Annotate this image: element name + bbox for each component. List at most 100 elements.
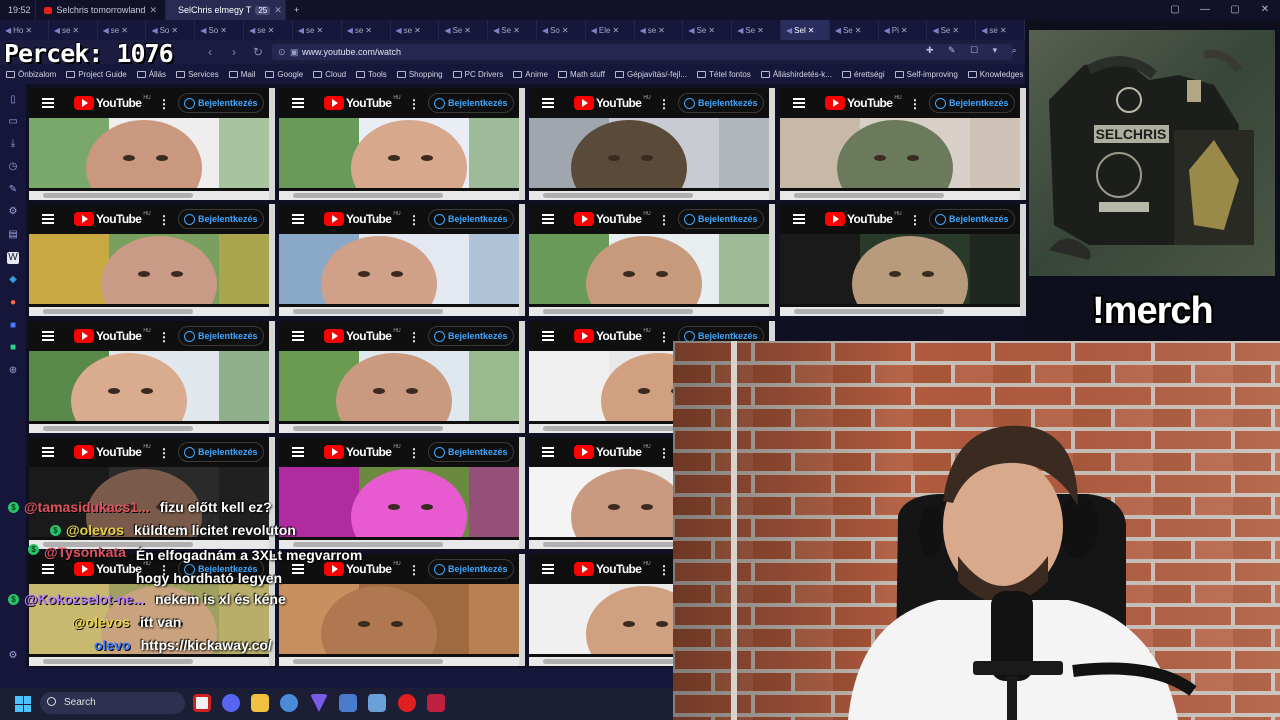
hamburger-menu-icon[interactable] xyxy=(292,214,304,224)
translate-icon[interactable]: ⚙ xyxy=(7,206,19,218)
pinned-tab[interactable]: ◀ Se ✕ xyxy=(927,20,977,40)
youtube-window[interactable]: YouTubeHU ⋮ Bejelentkezés xyxy=(529,204,775,316)
bookmark-folder[interactable]: Álláshirdetés-k... xyxy=(760,70,832,79)
youtube-logo[interactable]: YouTube HU xyxy=(324,211,401,227)
youtube-logo[interactable]: YouTube HU xyxy=(324,95,401,111)
pinned-tab[interactable]: ◀ So ✕ xyxy=(537,20,586,40)
close-tab-icon[interactable]: ✕ xyxy=(757,26,764,35)
tab-selchris-elmegy[interactable]: SelChris elmegy T 25 ✕ xyxy=(166,0,286,20)
hamburger-menu-icon[interactable] xyxy=(542,447,554,457)
more-options-icon[interactable]: ⋮ xyxy=(658,330,670,344)
hamburger-menu-icon[interactable] xyxy=(42,98,54,108)
hamburger-menu-icon[interactable] xyxy=(292,98,304,108)
youtube-window[interactable]: YouTubeHU ⋮ Bejelentkezés xyxy=(29,204,275,316)
close-tab-icon[interactable]: ✕ xyxy=(562,26,569,35)
bookmark-folder[interactable]: Google xyxy=(265,70,303,79)
bookmark-folder[interactable]: Állás xyxy=(136,70,166,79)
more-options-icon[interactable]: ⋮ xyxy=(658,563,670,577)
site-info-icon[interactable]: ⊙ xyxy=(278,44,286,60)
youtube-window[interactable]: YouTubeHU ⋮ Bejelentkezés xyxy=(279,204,525,316)
youtube-logo[interactable]: YouTube HU xyxy=(74,328,151,344)
bookmark-folder[interactable]: Mail xyxy=(228,70,255,79)
close-tab-icon[interactable]: ✕ xyxy=(220,26,227,35)
youtube-logo[interactable]: YouTube HU xyxy=(74,95,151,111)
signin-button[interactable]: Bejelentkezés xyxy=(428,93,514,113)
forward-icon[interactable]: › xyxy=(232,45,236,59)
history-icon[interactable]: ◷ xyxy=(7,161,19,173)
signin-button[interactable]: Bejelentkezés xyxy=(178,442,264,462)
photos-icon[interactable] xyxy=(368,694,386,712)
youtube-logo[interactable]: YouTube HU xyxy=(574,444,651,460)
close-tab-icon[interactable]: ✕ xyxy=(808,26,815,35)
close-tab-icon[interactable]: ✕ xyxy=(855,26,862,35)
more-options-icon[interactable]: ⋮ xyxy=(158,446,170,460)
hamburger-menu-icon[interactable] xyxy=(42,331,54,341)
pinned-tab[interactable]: ◀ Se ✕ xyxy=(683,20,733,40)
signin-button[interactable]: Bejelentkezés xyxy=(178,326,264,346)
signin-button[interactable]: Bejelentkezés xyxy=(178,93,264,113)
horizontal-scrollbar[interactable] xyxy=(29,191,269,200)
windows-start-icon[interactable] xyxy=(15,696,31,712)
horizontal-scrollbar[interactable] xyxy=(29,424,269,433)
new-tab-button[interactable]: + xyxy=(286,0,307,20)
pinned-tab[interactable]: ◀ Pi ✕ xyxy=(879,20,928,40)
calendar-icon[interactable]: ▤ xyxy=(7,229,19,241)
pinned-tab[interactable]: ◀ se ✕ xyxy=(98,20,147,40)
more-options-icon[interactable]: ⋮ xyxy=(408,330,420,344)
hamburger-menu-icon[interactable] xyxy=(42,447,54,457)
youtube-window[interactable]: YouTubeHU ⋮ Bejelentkezés xyxy=(780,204,1026,316)
tab-search-icon[interactable]: ▢ xyxy=(1160,0,1190,20)
horizontal-scrollbar[interactable] xyxy=(279,191,519,200)
clock-tab[interactable]: 19:52 xyxy=(0,0,36,20)
bookmark-folder[interactable]: Knowledges xyxy=(967,70,1023,79)
bookmark-folder[interactable]: PC Drivers xyxy=(452,70,503,79)
pinned-tab[interactable]: ◀ se ✕ xyxy=(49,20,98,40)
pinned-tab[interactable]: ◀ So ✕ xyxy=(195,20,245,40)
signin-button[interactable]: Bejelentkezés xyxy=(929,93,1015,113)
url-action-icons[interactable]: ✚ ✎ ☐ ▾ ⌕ xyxy=(926,45,1023,56)
close-tab-icon[interactable]: ✕ xyxy=(952,26,959,35)
pinned-tab[interactable]: ◀ Sel ✕ xyxy=(781,20,830,40)
app-icon[interactable] xyxy=(280,694,298,712)
reddit-icon[interactable]: ● xyxy=(7,297,19,309)
pinned-tab[interactable]: ◀ Se ✕ xyxy=(488,20,537,40)
youtube-logo[interactable]: YouTube HU xyxy=(74,211,151,227)
more-options-icon[interactable]: ⋮ xyxy=(158,213,170,227)
youtube-logo[interactable]: YouTube HU xyxy=(825,211,902,227)
bookmark-folder[interactable]: Anime xyxy=(513,70,548,79)
pinned-tab[interactable]: ◀ Se ✕ xyxy=(439,20,489,40)
youtube-window[interactable]: YouTubeHU ⋮ Bejelentkezés xyxy=(279,88,525,200)
youtube-logo[interactable]: YouTube HU xyxy=(574,561,651,577)
twitter-icon[interactable]: ◆ xyxy=(7,274,19,286)
hamburger-menu-icon[interactable] xyxy=(542,98,554,108)
taskbar-search-box[interactable]: Search xyxy=(40,692,185,714)
tab-selchris-tomorrowland[interactable]: Selchris tomorrowland ✕ xyxy=(36,0,166,20)
signin-button[interactable]: Bejelentkezés xyxy=(428,326,514,346)
pinned-tab[interactable]: ◀ se ✕ xyxy=(293,20,342,40)
app-red-icon[interactable] xyxy=(427,694,445,712)
youtube-logo[interactable]: YouTube HU xyxy=(574,211,651,227)
close-tab-icon[interactable]: ✕ xyxy=(72,26,79,35)
pinned-tab[interactable]: ◀ So ✕ xyxy=(146,20,196,40)
pinned-tab[interactable]: ◀ se ✕ xyxy=(976,20,1026,40)
horizontal-scrollbar[interactable] xyxy=(529,191,769,200)
bookmark-folder[interactable]: Math stuff xyxy=(557,70,605,79)
pinned-tab[interactable]: ◀ Ele ✕ xyxy=(586,20,635,40)
horizontal-scrollbar[interactable] xyxy=(279,307,519,316)
wikipedia-icon[interactable]: W xyxy=(7,252,19,264)
horizontal-scrollbar[interactable] xyxy=(529,307,769,316)
youtube-logo[interactable]: YouTube HU xyxy=(324,444,401,460)
more-options-icon[interactable]: ⋮ xyxy=(158,330,170,344)
signin-button[interactable]: Bejelentkezés xyxy=(178,209,264,229)
pinned-tab[interactable]: ◀ Se ✕ xyxy=(830,20,879,40)
bookmark-folder[interactable]: Gépjavítás/-fejl... xyxy=(614,70,687,79)
close-tab-icon[interactable]: ✕ xyxy=(414,26,421,35)
signin-button[interactable]: Bejelentkezés xyxy=(678,209,764,229)
signin-button[interactable]: Bejelentkezés xyxy=(428,442,514,462)
pinned-tab[interactable]: ◀ se ✕ xyxy=(342,20,391,40)
hamburger-menu-icon[interactable] xyxy=(292,447,304,457)
close-tab-icon[interactable]: ✕ xyxy=(268,26,275,35)
hamburger-menu-icon[interactable] xyxy=(793,98,805,108)
add-panel-icon[interactable]: ⊕ xyxy=(7,365,19,377)
hamburger-menu-icon[interactable] xyxy=(542,564,554,574)
